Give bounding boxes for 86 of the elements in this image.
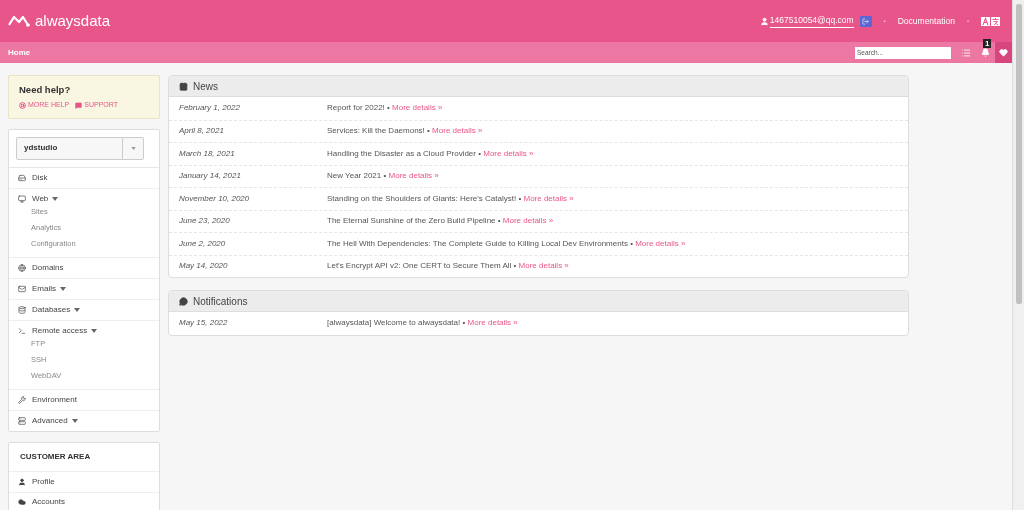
documentation-link[interactable]: Documentation [897, 14, 955, 28]
user-icon [18, 477, 26, 486]
nav-item[interactable]: Advanced [9, 415, 159, 426]
page-title: Home [8, 46, 31, 59]
more-details-link[interactable]: More details » [432, 126, 483, 136]
news-title: Services: Kill the Daemons! [327, 126, 425, 136]
notification-badge: 1 [983, 39, 992, 48]
brand-name[interactable]: alwaysdata [35, 9, 111, 33]
more-details-link[interactable]: More details » [518, 261, 569, 271]
help-title: Need help? [19, 83, 72, 97]
list-icon[interactable] [961, 47, 971, 58]
date: November 10, 2020 [179, 192, 251, 205]
logout-icon [862, 17, 870, 25]
logo-icon [8, 15, 30, 27]
date: April 8, 2021 [179, 125, 225, 138]
caret-icon [130, 146, 136, 150]
nav-item[interactable]: Databases [9, 304, 159, 315]
wrench-icon [18, 395, 26, 404]
date: May 15, 2022 [179, 317, 229, 330]
user-icon [759, 16, 769, 26]
date: January 14, 2021 [179, 170, 242, 183]
date: May 14, 2020 [179, 260, 229, 273]
nav-item[interactable]: Web [9, 193, 159, 204]
lifebuoy-icon [19, 102, 26, 109]
speech-bubble-icon [179, 296, 188, 306]
bell-icon[interactable] [981, 48, 990, 57]
account-select[interactable]: ydstudio [16, 136, 144, 160]
news-title: New Year 2021 [327, 171, 382, 181]
caret-icon [71, 418, 78, 423]
section-title: CUSTOMER AREA [9, 442, 159, 472]
news-title: Handling the Disaster as a Cloud Provider [327, 148, 476, 158]
bullet: • [426, 126, 431, 136]
drive-icon [18, 173, 26, 182]
news-title: [alwaysdata] Welcome to alwaysdata! [327, 318, 461, 328]
nav-item[interactable]: Profile [9, 471, 159, 492]
more-details-link[interactable]: More details » [483, 148, 534, 158]
more-details-link[interactable]: More details » [392, 103, 443, 113]
news-title: Standing on the Shoulders of Giants: Here's Catalyst! [327, 193, 517, 203]
nav-item[interactable]: Remote access [9, 325, 159, 336]
user-email-link[interactable]: 1467510054@qq.com [769, 14, 854, 28]
news-title: The Eternal Sunshine of the Zero Build Pipeline [327, 216, 496, 226]
more-details-link[interactable]: More details » [467, 318, 518, 328]
stack-icon [18, 416, 26, 425]
bullet: • [629, 238, 634, 248]
translate-icon[interactable] [981, 16, 1000, 26]
news-title: Let's Encrypt API v2: One CERT to Secure Them All [327, 261, 512, 271]
bullet: • [461, 318, 467, 328]
date: February 1, 2022 [179, 102, 241, 115]
caret-icon [91, 328, 98, 333]
panel-title: Notifications [193, 294, 248, 309]
news-title: Report for 2022! [327, 103, 385, 113]
more-details-link[interactable]: More details » [388, 171, 439, 181]
more-details-link[interactable]: More details » [502, 216, 554, 226]
nav-item[interactable]: Accounts [9, 491, 159, 510]
bullet: • [517, 193, 523, 203]
chat-icon [75, 102, 83, 109]
heart-icon [999, 48, 1008, 57]
date: March 18, 2021 [179, 147, 236, 160]
more-details-link[interactable]: More details » [523, 193, 574, 203]
nav-item[interactable]: Environment [9, 394, 159, 405]
bullet: • [477, 148, 482, 158]
favorites-button[interactable] [995, 42, 1012, 63]
panel-title: News [193, 79, 218, 94]
scrollbar[interactable] [1012, 0, 1024, 510]
date: June 2, 2020 [179, 237, 227, 250]
bullet: • [386, 103, 391, 113]
caret-icon [60, 286, 66, 291]
news-title: The Hell With Dependencies: The Complete Guide to Killing Local Dev Environments [327, 238, 628, 248]
calendar-icon [179, 81, 188, 91]
bullet: • [496, 216, 502, 226]
logout-button[interactable] [859, 15, 872, 27]
caret-icon [52, 196, 59, 201]
nav-item[interactable]: Disk [9, 172, 159, 183]
caret-icon [74, 307, 81, 312]
nav-item[interactable]: Domains [9, 262, 159, 273]
more-details-link[interactable]: More details » [635, 238, 686, 248]
cloud-icon [18, 498, 26, 507]
bullet: • [512, 261, 518, 271]
database-icon [18, 305, 26, 314]
monitor-icon [18, 194, 26, 203]
date: June 23, 2020 [179, 215, 231, 228]
nav-item[interactable]: Emails [9, 283, 159, 294]
globe-icon [18, 263, 26, 272]
bullet: • [382, 171, 388, 181]
terminal-icon [18, 326, 26, 335]
envelope-icon [18, 284, 26, 293]
